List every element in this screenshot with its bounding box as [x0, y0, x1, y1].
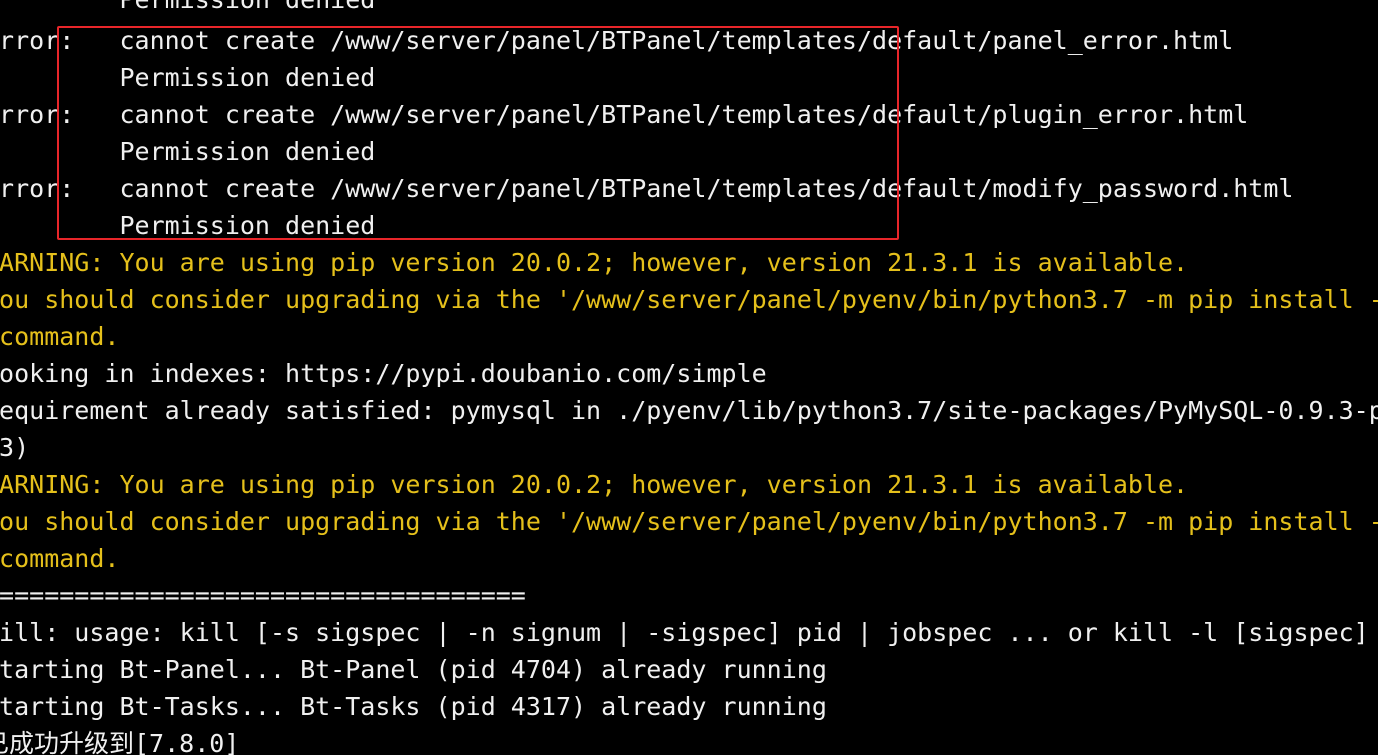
terminal-line: Requirement already satisfied: pymysql i…: [0, 396, 1378, 425]
terminal-line: Permission denied: [0, 63, 376, 92]
terminal-line: Permission denied: [0, 0, 375, 18]
terminal-line-warning: command.: [0, 544, 120, 573]
terminal-line: Permission denied: [0, 211, 376, 240]
terminal-line: Starting Bt-Panel... Bt-Panel (pid 4704)…: [0, 655, 827, 684]
terminal-line: error: cannot create /www/server/panel/B…: [0, 100, 1249, 129]
terminal-line: error: cannot create /www/server/panel/B…: [0, 174, 1294, 203]
terminal-line-warning: You should consider upgrading via the '/…: [0, 507, 1378, 536]
terminal-window[interactable]: Permission denied error: cannot create /…: [0, 0, 1378, 755]
terminal-line: error: cannot create /www/server/panel/B…: [0, 26, 1234, 55]
terminal-line: kill: usage: kill [-s sigspec | -n signu…: [0, 618, 1369, 647]
terminal-line: .3): [0, 433, 30, 462]
terminal-separator: ====================================: [0, 581, 526, 610]
terminal-line-success: 已成功升级到[7.8.0]: [0, 729, 240, 755]
terminal-line-warning: You should consider upgrading via the '/…: [0, 285, 1378, 314]
terminal-line-warning: WARNING: You are using pip version 20.0.…: [0, 248, 1189, 277]
terminal-line-warning: command.: [0, 322, 120, 351]
terminal-line-warning: WARNING: You are using pip version 20.0.…: [0, 470, 1189, 499]
terminal-line: Starting Bt-Tasks... Bt-Tasks (pid 4317)…: [0, 692, 827, 721]
terminal-line: Looking in indexes: https://pypi.doubani…: [0, 359, 767, 388]
terminal-line: Permission denied: [0, 137, 376, 166]
